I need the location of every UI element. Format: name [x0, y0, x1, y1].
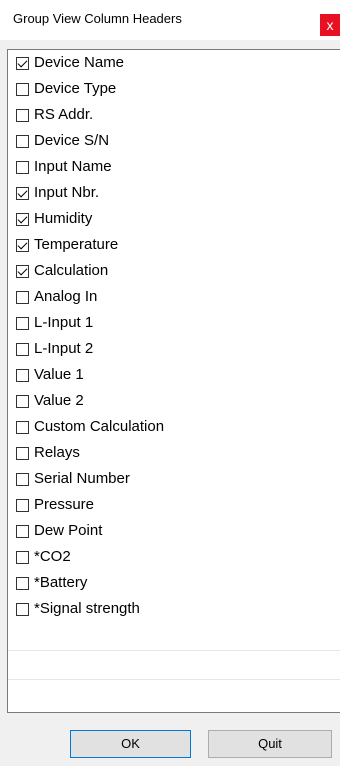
list-item-l-input-1[interactable]: L-Input 1	[8, 310, 340, 336]
list-item-label: Input Name	[34, 158, 112, 175]
list-item-label: Custom Calculation	[34, 418, 165, 435]
list-item-label: Value 2	[34, 392, 84, 409]
checkbox-pressure[interactable]	[16, 498, 29, 512]
list-item-label: *Signal strength	[34, 600, 140, 617]
list-item-relays[interactable]: Relays	[8, 440, 340, 466]
checkbox-rs-addr[interactable]	[16, 108, 29, 122]
list-item-humidity[interactable]: Humidity	[8, 206, 340, 232]
list-item-label: Analog In	[34, 288, 98, 305]
checkbox-l-input-2[interactable]	[16, 342, 29, 356]
empty-row	[8, 679, 340, 708]
checkbox-humidity[interactable]	[16, 212, 29, 226]
list-item-battery[interactable]: *Battery	[8, 570, 340, 596]
column-header-list[interactable]: Device Name Device Type RS Addr. Device …	[7, 49, 340, 713]
list-item-label: Dew Point	[34, 522, 103, 539]
list-item-calculation[interactable]: Calculation	[8, 258, 340, 284]
checkbox-battery[interactable]	[16, 576, 29, 590]
empty-row	[8, 622, 340, 650]
ok-button[interactable]: OK	[70, 730, 191, 758]
checkbox-input-name[interactable]	[16, 160, 29, 174]
checkbox-device-type[interactable]	[16, 82, 29, 96]
list-item-label: *CO2	[34, 548, 71, 565]
list-item-label: Device Type	[34, 80, 117, 97]
list-item-label: Value 1	[34, 366, 84, 383]
list-item-label: Input Nbr.	[34, 184, 100, 201]
list-item-input-name[interactable]: Input Name	[8, 154, 340, 180]
checkbox-value-2[interactable]	[16, 394, 29, 408]
checkbox-relays[interactable]	[16, 446, 29, 460]
list-item-label: L-Input 1	[34, 314, 94, 331]
list-item-pressure[interactable]: Pressure	[8, 492, 340, 518]
list-item-label: Relays	[34, 444, 80, 461]
list-item-label: Serial Number	[34, 470, 130, 487]
list-item-device-sn[interactable]: Device S/N	[8, 128, 340, 154]
checkbox-l-input-1[interactable]	[16, 316, 29, 330]
quit-button[interactable]: Quit	[208, 730, 332, 758]
checkbox-input-nbr[interactable]	[16, 186, 29, 200]
list-item-label: Humidity	[34, 210, 93, 227]
list-item-label: L-Input 2	[34, 340, 94, 357]
list-item-label: *Battery	[34, 574, 88, 591]
list-item-value-1[interactable]: Value 1	[8, 362, 340, 388]
list-item-value-2[interactable]: Value 2	[8, 388, 340, 414]
checkbox-co2[interactable]	[16, 550, 29, 564]
list-item-device-type[interactable]: Device Type	[8, 76, 340, 102]
empty-row	[8, 650, 340, 679]
list-item-dew-point[interactable]: Dew Point	[8, 518, 340, 544]
list-item-device-name[interactable]: Device Name	[8, 50, 340, 76]
checkbox-value-1[interactable]	[16, 368, 29, 382]
checkbox-device-name[interactable]	[16, 56, 29, 70]
close-button[interactable]: x	[320, 14, 340, 36]
checkbox-analog-in[interactable]	[16, 290, 29, 304]
list-item-label: Temperature	[34, 236, 119, 253]
list-item-serial-number[interactable]: Serial Number	[8, 466, 340, 492]
list-item-l-input-2[interactable]: L-Input 2	[8, 336, 340, 362]
checkbox-calculation[interactable]	[16, 264, 29, 278]
list-item-signal-strength[interactable]: *Signal strength	[8, 596, 340, 622]
list-item-label: RS Addr.	[34, 106, 94, 123]
list-item-co2[interactable]: *CO2	[8, 544, 340, 570]
list-item-temperature[interactable]: Temperature	[8, 232, 340, 258]
list-item-custom-calculation[interactable]: Custom Calculation	[8, 414, 340, 440]
list-item-rs-addr[interactable]: RS Addr.	[8, 102, 340, 128]
checkbox-dew-point[interactable]	[16, 524, 29, 538]
checkbox-device-sn[interactable]	[16, 134, 29, 148]
checkbox-serial-number[interactable]	[16, 472, 29, 486]
checkbox-signal-strength[interactable]	[16, 602, 29, 616]
list-item-input-nbr[interactable]: Input Nbr.	[8, 180, 340, 206]
list-item-label: Pressure	[34, 496, 95, 513]
window-title: Group View Column Headers	[13, 11, 182, 26]
title-bar: Group View Column Headers x	[0, 0, 340, 40]
checkbox-temperature[interactable]	[16, 238, 29, 252]
list-item-label: Device Name	[34, 54, 125, 71]
list-item-label: Calculation	[34, 262, 109, 279]
list-item-label: Device S/N	[34, 132, 110, 149]
list-item-analog-in[interactable]: Analog In	[8, 284, 340, 310]
checkbox-custom-calculation[interactable]	[16, 420, 29, 434]
